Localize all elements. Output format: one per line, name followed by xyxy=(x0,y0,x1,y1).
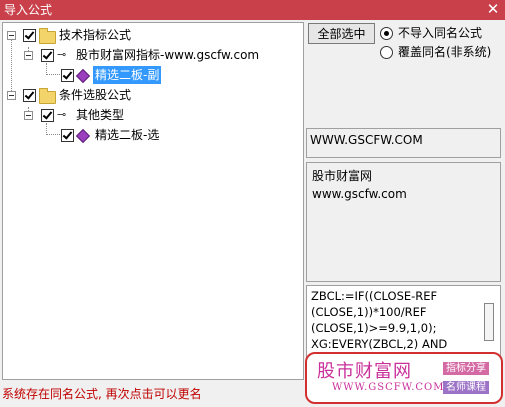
tree-node-tech-formulas[interactable]: 技术指标公式 xyxy=(3,26,303,44)
tree-node-other-types[interactable]: ⊸ 其他类型 xyxy=(3,106,303,124)
checkbox[interactable] xyxy=(61,69,74,82)
radio-on-icon[interactable] xyxy=(380,27,393,40)
tree-node-condition-formulas[interactable]: 条件选股公式 xyxy=(3,86,303,104)
tree-node-label: 条件选股公式 xyxy=(59,88,132,102)
radio-off-icon[interactable] xyxy=(380,46,393,59)
watermark-logo: 股市财富网 WWW.GSCFW.COM 指标分享 名师课程 xyxy=(305,352,503,404)
tree-node-label: 技术指标公式 xyxy=(59,28,132,42)
site-text-box: WWW.GSCFW.COM xyxy=(306,128,501,158)
formula-gem-icon xyxy=(75,128,91,144)
tree-node-label: 精选二板-副 xyxy=(93,66,162,84)
radio-label: 不导入同名公式 xyxy=(398,26,483,40)
formula-gem-icon xyxy=(75,68,91,84)
status-message: 系统存在同名公式, 再次点击可以更名 xyxy=(2,387,202,401)
code-line: ZBCL:=IF((CLOSE-REF xyxy=(311,289,438,303)
collapse-icon[interactable] xyxy=(7,91,16,100)
key-icon: ⊸ xyxy=(57,48,67,61)
code-line: XG:EVERY(ZBCL,2) AND xyxy=(311,337,448,351)
folder-icon xyxy=(39,28,56,44)
checkbox[interactable] xyxy=(41,109,54,122)
close-icon[interactable]: ✕ xyxy=(485,1,501,17)
title-bar: 导入公式 ✕ xyxy=(0,0,505,20)
tree-node-formula-jx2b-xuan[interactable]: 精选二板-选 xyxy=(3,126,303,144)
tree-node-label: 精选二板-选 xyxy=(95,128,160,142)
radio-no-import[interactable]: 不导入同名公式 xyxy=(380,25,502,41)
key-icon: ⊸ xyxy=(57,108,67,121)
scrollbar-thumb[interactable] xyxy=(484,303,494,341)
radio-label: 覆盖同名(非系统) xyxy=(398,45,492,59)
code-line: (CLOSE,1))*100/REF xyxy=(311,305,427,319)
watermark-brand: 股市财富网 xyxy=(317,361,412,382)
note-line: 股市财富网 xyxy=(312,169,373,183)
watermark-tag: 名师课程 xyxy=(443,381,489,394)
radio-overwrite[interactable]: 覆盖同名(非系统) xyxy=(380,44,502,60)
formula-tree[interactable]: 技术指标公式 ⊸ 股市财富网指标-www.gscfw.com 精选二板-副 条件… xyxy=(2,22,304,380)
collapse-icon[interactable] xyxy=(24,111,33,120)
tree-node-label: 股市财富网指标-www.gscfw.com xyxy=(76,48,260,62)
checkbox[interactable] xyxy=(23,89,36,102)
checkbox[interactable] xyxy=(23,29,36,42)
window-title: 导入公式 xyxy=(4,3,53,17)
checkbox[interactable] xyxy=(41,49,54,62)
description-box[interactable]: 股市财富网 www.gscfw.com xyxy=(306,162,501,282)
tree-node-gscfw-indicators[interactable]: ⊸ 股市财富网指标-www.gscfw.com xyxy=(3,46,303,64)
note-line: www.gscfw.com xyxy=(312,187,407,201)
folder-icon xyxy=(39,88,56,104)
collapse-icon[interactable] xyxy=(7,31,16,40)
site-text: WWW.GSCFW.COM xyxy=(310,133,423,147)
collapse-icon[interactable] xyxy=(24,51,33,60)
tree-node-formula-jx2b-fu[interactable]: 精选二板-副 xyxy=(3,66,303,84)
checkbox[interactable] xyxy=(61,129,74,142)
tree-node-label: 其他类型 xyxy=(76,108,125,122)
watermark-url: WWW.GSCFW.COM xyxy=(332,382,445,393)
code-line: (CLOSE,1)>=9.9,1,0); xyxy=(311,321,437,335)
select-all-button[interactable]: 全部选中 xyxy=(308,23,375,44)
watermark-tag: 指标分享 xyxy=(443,362,489,375)
